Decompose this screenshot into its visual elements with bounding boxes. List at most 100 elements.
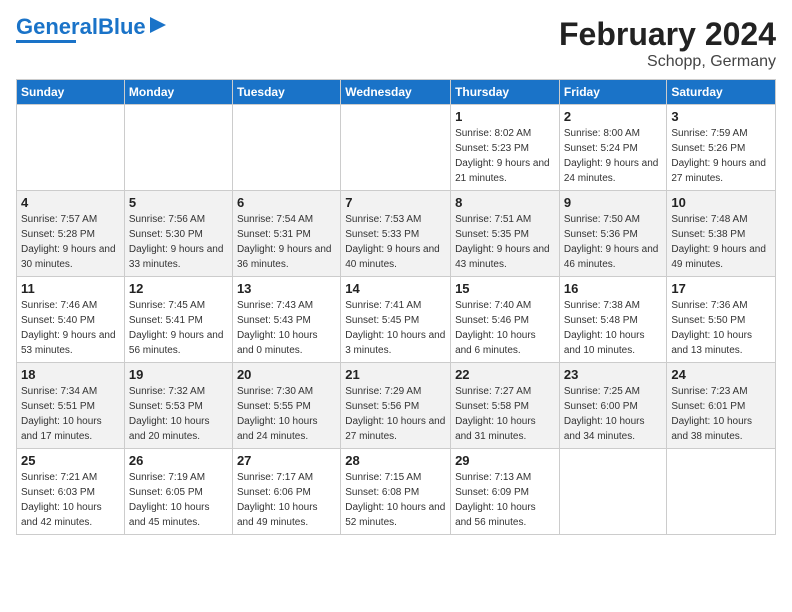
day-number: 17 [671,281,771,296]
day-info: Sunrise: 7:29 AM Sunset: 5:56 PM Dayligh… [345,384,446,444]
day-info: Sunrise: 7:23 AM Sunset: 6:01 PM Dayligh… [671,384,771,444]
header-row: SundayMondayTuesdayWednesdayThursdayFrid… [17,80,776,105]
cal-cell: 17 Sunrise: 7:36 AM Sunset: 5:50 PM Dayli… [667,277,776,363]
logo-underline [16,40,76,43]
title-block: February 2024 Schopp, Germany [559,16,776,71]
day-number: 24 [671,367,771,382]
day-number: 20 [237,367,336,382]
cal-cell: 4 Sunrise: 7:57 AM Sunset: 5:28 PM Daylig… [17,191,125,277]
cal-cell: 16 Sunrise: 7:38 AM Sunset: 5:48 PM Dayli… [559,277,667,363]
calendar-table: SundayMondayTuesdayWednesdayThursdayFrid… [16,79,776,535]
cal-cell [667,449,776,535]
cal-cell: 18 Sunrise: 7:34 AM Sunset: 5:51 PM Dayli… [17,363,125,449]
day-number: 18 [21,367,120,382]
day-info: Sunrise: 8:00 AM Sunset: 5:24 PM Dayligh… [564,126,663,186]
calendar-subtitle: Schopp, Germany [559,53,776,71]
day-number: 2 [564,109,663,124]
day-info: Sunrise: 7:34 AM Sunset: 5:51 PM Dayligh… [21,384,120,444]
cal-cell [341,105,451,191]
day-info: Sunrise: 7:21 AM Sunset: 6:03 PM Dayligh… [21,470,120,530]
week-row-1: 1 Sunrise: 8:02 AM Sunset: 5:23 PM Daylig… [17,105,776,191]
day-info: Sunrise: 7:17 AM Sunset: 6:06 PM Dayligh… [237,470,336,530]
cal-cell: 13 Sunrise: 7:43 AM Sunset: 5:43 PM Dayli… [232,277,340,363]
logo: GeneralBlue [16,16,168,43]
header-day-sunday: Sunday [17,80,125,105]
calendar-title: February 2024 [559,16,776,53]
header-day-tuesday: Tuesday [232,80,340,105]
calendar-body: 1 Sunrise: 8:02 AM Sunset: 5:23 PM Daylig… [17,105,776,535]
day-number: 22 [455,367,555,382]
day-info: Sunrise: 7:19 AM Sunset: 6:05 PM Dayligh… [129,470,228,530]
cal-cell: 25 Sunrise: 7:21 AM Sunset: 6:03 PM Dayli… [17,449,125,535]
day-info: Sunrise: 7:53 AM Sunset: 5:33 PM Dayligh… [345,212,446,272]
day-info: Sunrise: 7:56 AM Sunset: 5:30 PM Dayligh… [129,212,228,272]
day-number: 25 [21,453,120,468]
day-info: Sunrise: 8:02 AM Sunset: 5:23 PM Dayligh… [455,126,555,186]
cal-cell: 14 Sunrise: 7:41 AM Sunset: 5:45 PM Dayli… [341,277,451,363]
day-info: Sunrise: 7:25 AM Sunset: 6:00 PM Dayligh… [564,384,663,444]
cal-cell [124,105,232,191]
day-info: Sunrise: 7:51 AM Sunset: 5:35 PM Dayligh… [455,212,555,272]
day-number: 1 [455,109,555,124]
day-info: Sunrise: 7:13 AM Sunset: 6:09 PM Dayligh… [455,470,555,530]
day-number: 21 [345,367,446,382]
day-info: Sunrise: 7:36 AM Sunset: 5:50 PM Dayligh… [671,298,771,358]
cal-cell: 10Sunrise: 7:48 AM Sunset: 5:38 PM Dayli… [667,191,776,277]
day-number: 26 [129,453,228,468]
cal-cell: 27 Sunrise: 7:17 AM Sunset: 6:06 PM Dayli… [232,449,340,535]
cal-cell: 22 Sunrise: 7:27 AM Sunset: 5:58 PM Dayli… [451,363,560,449]
cal-cell: 6 Sunrise: 7:54 AM Sunset: 5:31 PM Daylig… [232,191,340,277]
header-day-friday: Friday [559,80,667,105]
day-number: 13 [237,281,336,296]
day-info: Sunrise: 7:27 AM Sunset: 5:58 PM Dayligh… [455,384,555,444]
cal-cell: 23Sunrise: 7:25 AM Sunset: 6:00 PM Dayli… [559,363,667,449]
day-number: 12 [129,281,228,296]
cal-cell: 9Sunrise: 7:50 AM Sunset: 5:36 PM Daylig… [559,191,667,277]
cal-cell: 5 Sunrise: 7:56 AM Sunset: 5:30 PM Daylig… [124,191,232,277]
week-row-3: 11 Sunrise: 7:46 AM Sunset: 5:40 PM Dayli… [17,277,776,363]
day-info: Sunrise: 7:32 AM Sunset: 5:53 PM Dayligh… [129,384,228,444]
day-number: 3 [671,109,771,124]
logo-general: General [16,14,98,39]
week-row-2: 4 Sunrise: 7:57 AM Sunset: 5:28 PM Daylig… [17,191,776,277]
cal-cell [559,449,667,535]
header-day-monday: Monday [124,80,232,105]
day-number: 15 [455,281,555,296]
cal-cell: 8 Sunrise: 7:51 AM Sunset: 5:35 PM Daylig… [451,191,560,277]
day-info: Sunrise: 7:41 AM Sunset: 5:45 PM Dayligh… [345,298,446,358]
day-info: Sunrise: 7:40 AM Sunset: 5:46 PM Dayligh… [455,298,555,358]
day-number: 27 [237,453,336,468]
day-number: 8 [455,195,555,210]
day-info: Sunrise: 7:59 AM Sunset: 5:26 PM Dayligh… [671,126,771,186]
day-info: Sunrise: 7:15 AM Sunset: 6:08 PM Dayligh… [345,470,446,530]
cal-cell: 29 Sunrise: 7:13 AM Sunset: 6:09 PM Dayli… [451,449,560,535]
day-info: Sunrise: 7:50 AM Sunset: 5:36 PM Dayligh… [564,212,663,272]
day-number: 5 [129,195,228,210]
day-number: 19 [129,367,228,382]
cal-cell: 21 Sunrise: 7:29 AM Sunset: 5:56 PM Dayli… [341,363,451,449]
day-info: Sunrise: 7:43 AM Sunset: 5:43 PM Dayligh… [237,298,336,358]
day-number: 7 [345,195,446,210]
day-info: Sunrise: 7:46 AM Sunset: 5:40 PM Dayligh… [21,298,120,358]
day-number: 29 [455,453,555,468]
cal-cell: 1 Sunrise: 8:02 AM Sunset: 5:23 PM Daylig… [451,105,560,191]
day-info: Sunrise: 7:45 AM Sunset: 5:41 PM Dayligh… [129,298,228,358]
day-info: Sunrise: 7:57 AM Sunset: 5:28 PM Dayligh… [21,212,120,272]
day-number: 10 [671,195,771,210]
cal-cell: 12 Sunrise: 7:45 AM Sunset: 5:41 PM Dayli… [124,277,232,363]
day-number: 16 [564,281,663,296]
logo-arrow-icon [148,15,168,35]
day-number: 14 [345,281,446,296]
week-row-5: 25 Sunrise: 7:21 AM Sunset: 6:03 PM Dayli… [17,449,776,535]
day-info: Sunrise: 7:38 AM Sunset: 5:48 PM Dayligh… [564,298,663,358]
day-number: 11 [21,281,120,296]
day-number: 6 [237,195,336,210]
day-number: 4 [21,195,120,210]
day-info: Sunrise: 7:54 AM Sunset: 5:31 PM Dayligh… [237,212,336,272]
header: GeneralBlue February 2024 Schopp, German… [16,16,776,71]
cal-cell: 26 Sunrise: 7:19 AM Sunset: 6:05 PM Dayli… [124,449,232,535]
logo-blue: Blue [98,14,146,39]
cal-cell [232,105,340,191]
logo-text: GeneralBlue [16,16,146,38]
cal-cell [17,105,125,191]
